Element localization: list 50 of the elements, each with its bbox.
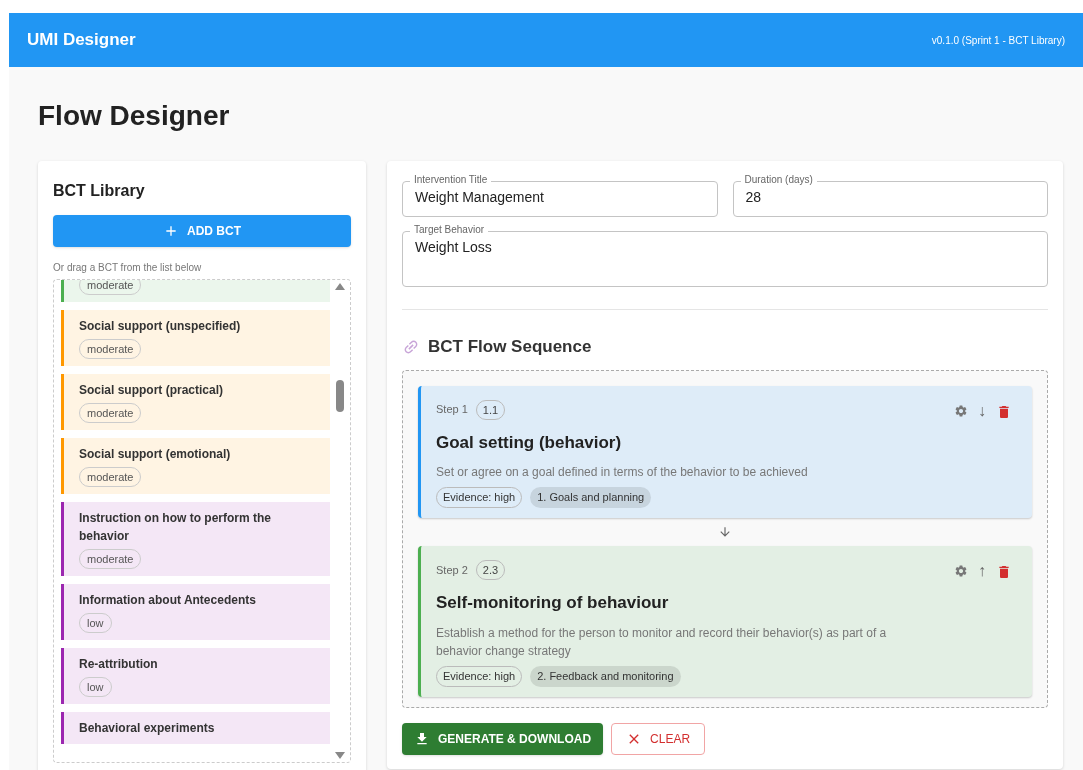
field-value: Weight Management xyxy=(415,189,544,205)
settings-icon[interactable] xyxy=(954,403,968,418)
step-label: Step 2 xyxy=(436,562,468,578)
drag-hint: Or drag a BCT from the list below xyxy=(53,261,203,275)
field-value: 28 xyxy=(745,189,762,205)
bct-list-item[interactable]: Re-attribution low xyxy=(61,648,330,704)
bct-list-item[interactable]: Social support (practical) moderate xyxy=(61,374,330,430)
download-icon xyxy=(414,730,430,747)
bct-list-item[interactable]: moderate xyxy=(61,280,330,302)
generate-download-button[interactable]: GENERATE & DOWNLOAD xyxy=(402,722,604,755)
bct-name: Instruction on how to perform the behavior xyxy=(79,510,272,545)
category-chip: 1. Goals and planning xyxy=(530,487,652,508)
category-chip: 2. Feedback and monitoring xyxy=(530,665,681,687)
clear-button[interactable]: CLEAR xyxy=(611,722,706,755)
step-title: Self-monitoring of behaviour xyxy=(436,592,669,614)
field-label: Duration (days) xyxy=(740,175,817,185)
move-button[interactable]: ↑ xyxy=(978,564,986,578)
bct-name: Re-attribution xyxy=(79,656,158,673)
field-value: Weight Loss xyxy=(415,239,492,255)
settings-icon[interactable] xyxy=(954,564,968,578)
step-title: Goal setting (behavior) xyxy=(436,431,622,454)
bct-name: Social support (unspecified) xyxy=(79,318,241,335)
library-title: BCT Library xyxy=(53,181,146,201)
scroll-up-icon xyxy=(335,283,345,290)
scrollbar-thumb[interactable] xyxy=(336,380,344,412)
step-label: Step 1 xyxy=(436,402,468,418)
plus-icon xyxy=(163,223,179,239)
bct-list-item[interactable]: Information about Antecedents low xyxy=(61,584,330,640)
move-button[interactable]: ↓ xyxy=(978,403,986,418)
field-label: Intervention Title xyxy=(410,175,492,185)
bct-list-item[interactable]: Behavioral experiments xyxy=(61,712,330,744)
app-title: UMI Designer xyxy=(27,29,136,52)
bct-list-item[interactable]: Instruction on how to perform the behavior moderate xyxy=(61,502,330,576)
bct-list-item[interactable]: Social support (unspecified) moderate xyxy=(61,310,330,366)
bct-name: Social support (emotional) xyxy=(79,446,231,463)
version-label: v0.1.0 (Sprint 1 - BCT Library) xyxy=(931,33,1065,48)
bct-name: Social support (practical) xyxy=(79,382,224,399)
scroll-down-icon xyxy=(335,752,345,759)
step-card[interactable]: Step 2 2.3 Self-monitoring of behaviour Establish a method for the person to monitor and record their behavior(s) as part of a behavior change strategy Evidence: high 2. Feedback and monitoring ↑ xyxy=(418,546,1032,697)
flow-title: BCT Flow Sequence xyxy=(428,336,592,358)
page-title: Flow Designer xyxy=(38,99,231,133)
bct-list-item[interactable]: Social support (emotional) moderate xyxy=(61,438,330,494)
bct-name: Behavioral experiments xyxy=(79,720,215,737)
field-label: Target Behavior xyxy=(410,225,489,235)
delete-icon[interactable] xyxy=(996,564,1012,580)
step-description: Set or agree on a goal defined in terms of the behavior to be achieved xyxy=(436,464,808,481)
delete-icon[interactable] xyxy=(996,403,1012,420)
step-description: Establish a method for the person to monitor and record their behavior(s) as part of a behavior change strategy xyxy=(436,624,888,660)
step-card[interactable]: Step 1 1.1 Goal setting (behavior) Set or agree on a goal defined in terms of the behavior to be achieved Evidence: high 1. Goals and planning ↓ xyxy=(418,385,1032,518)
bct-name: Information about Antecedents xyxy=(79,592,256,609)
